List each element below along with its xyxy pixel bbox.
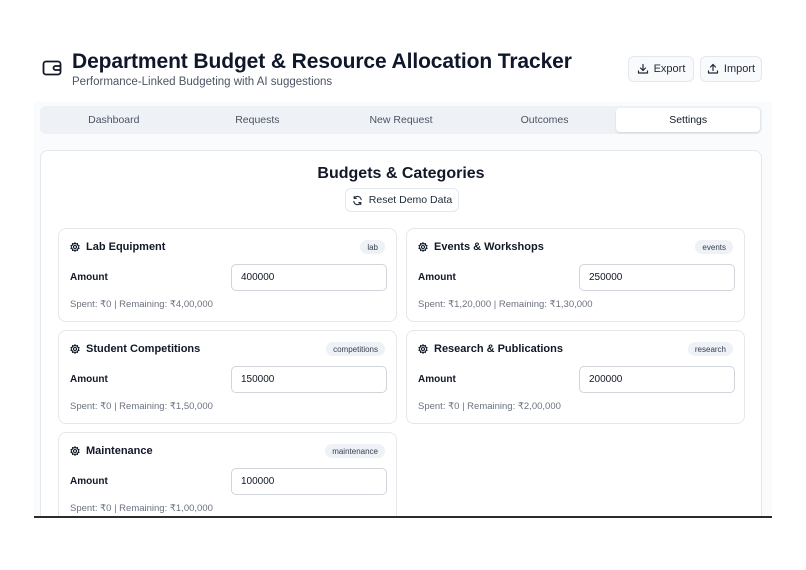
- tab-new-request[interactable]: New Request: [329, 108, 473, 132]
- category-card-student-competitions: Student Competitions competitions Amount…: [58, 330, 397, 424]
- category-card-lab-equipment: Lab Equipment lab Amount Spent: ₹0 | Rem…: [58, 228, 397, 322]
- refresh-icon: [353, 195, 362, 205]
- spent-remaining-text: Spent: ₹0 | Remaining: ₹1,00,000: [70, 503, 213, 514]
- category-name: Events & Workshops: [434, 241, 544, 253]
- tab-bar: Dashboard Requests New Request Outcomes …: [40, 106, 762, 134]
- reset-label: Reset Demo Data: [368, 194, 453, 206]
- tab-dashboard[interactable]: Dashboard: [42, 108, 186, 132]
- tab-settings[interactable]: Settings: [616, 108, 760, 132]
- amount-input[interactable]: [579, 366, 735, 393]
- category-card-research-publications: Research & Publications research Amount …: [406, 330, 745, 424]
- amount-label: Amount: [70, 272, 108, 283]
- amount-label: Amount: [70, 476, 108, 487]
- export-button[interactable]: Export: [628, 56, 694, 82]
- category-card-events-workshops: Events & Workshops events Amount Spent: …: [406, 228, 745, 322]
- reset-demo-data-button[interactable]: Reset Demo Data: [345, 188, 459, 212]
- amount-label: Amount: [418, 374, 456, 385]
- spent-remaining-text: Spent: ₹0 | Remaining: ₹4,00,000: [70, 299, 213, 310]
- gear-icon: [418, 344, 428, 354]
- category-tag: lab: [360, 240, 385, 254]
- settings-panel: Budgets & Categories Reset Demo Data Lab…: [40, 150, 762, 518]
- amount-label: Amount: [418, 272, 456, 283]
- wallet-icon: [42, 60, 62, 76]
- spent-remaining-text: Spent: ₹0 | Remaining: ₹1,50,000: [70, 401, 213, 412]
- import-label: Import: [723, 63, 756, 75]
- spent-remaining-text: Spent: ₹0 | Remaining: ₹2,00,000: [418, 401, 561, 412]
- upload-icon: [707, 63, 719, 74]
- category-name: Student Competitions: [86, 343, 201, 355]
- amount-input[interactable]: [231, 366, 387, 393]
- category-tag: events: [695, 240, 733, 254]
- app-subtitle: Performance-Linked Budgeting with AI sug…: [72, 76, 333, 88]
- category-card-maintenance: Maintenance maintenance Amount Spent: ₹0…: [58, 432, 397, 518]
- category-name: Maintenance: [86, 445, 153, 457]
- export-label: Export: [653, 63, 686, 75]
- window-bottom-edge: [34, 516, 772, 518]
- amount-input[interactable]: [579, 264, 735, 291]
- category-tag: research: [687, 342, 733, 356]
- tab-requests[interactable]: Requests: [186, 108, 330, 132]
- app-window: Department Budget & Resource Allocation …: [34, 50, 772, 518]
- gear-icon: [70, 446, 80, 456]
- gear-icon: [418, 242, 428, 252]
- amount-label: Amount: [70, 374, 108, 385]
- category-name: Research & Publications: [434, 343, 563, 355]
- section-title: Budgets & Categories: [317, 165, 485, 182]
- amount-input[interactable]: [231, 468, 387, 495]
- gear-icon: [70, 344, 80, 354]
- category-tag: maintenance: [325, 444, 385, 458]
- app-title: Department Budget & Resource Allocation …: [72, 50, 572, 73]
- gear-icon: [70, 242, 80, 252]
- download-icon: [637, 63, 648, 74]
- app-header: Department Budget & Resource Allocation …: [34, 50, 772, 102]
- import-button[interactable]: Import: [700, 56, 762, 82]
- tab-outcomes[interactable]: Outcomes: [473, 108, 617, 132]
- category-tag: competitions: [326, 342, 385, 356]
- category-name: Lab Equipment: [86, 241, 166, 253]
- amount-input[interactable]: [231, 264, 387, 291]
- spent-remaining-text: Spent: ₹1,20,000 | Remaining: ₹1,30,000: [418, 299, 593, 310]
